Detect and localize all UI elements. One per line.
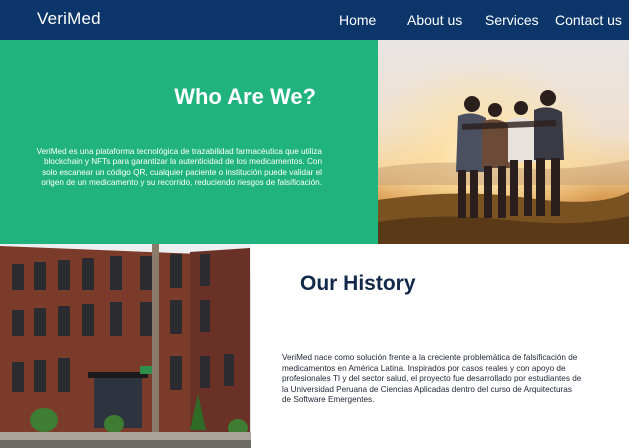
nav-services-link[interactable]: Services: [485, 12, 539, 28]
about-section: Who Are We? VeriMed es una plataforma te…: [0, 40, 378, 244]
nav-contact-link[interactable]: Contact us: [555, 12, 622, 28]
brick-building-photo: [0, 244, 251, 448]
history-section: Our History VeriMed nace como solución f…: [251, 244, 629, 448]
history-description: VeriMed nace como solución frente a la c…: [282, 353, 582, 405]
nav-about-link[interactable]: About us: [407, 12, 462, 28]
friends-sunset-photo: [378, 40, 629, 244]
about-title: Who Are We?: [174, 84, 316, 109]
about-description: VeriMed es una plataforma tecnológica de…: [36, 147, 322, 188]
brand-logo[interactable]: VeriMed: [37, 9, 101, 29]
history-title: Our History: [300, 272, 416, 295]
nav-home-link[interactable]: Home: [339, 12, 376, 28]
navbar: VeriMed Home About us Services Contact u…: [0, 0, 629, 40]
